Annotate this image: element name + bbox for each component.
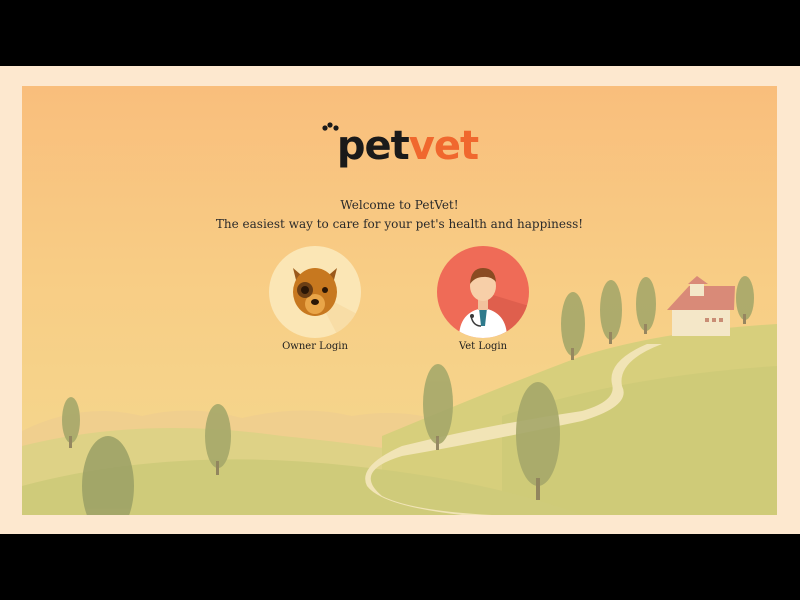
owner-login-circle[interactable] xyxy=(269,246,361,338)
petvet-logo: petvet xyxy=(22,122,777,170)
doctor-icon xyxy=(459,268,529,338)
vet-login-circle[interactable] xyxy=(437,246,529,338)
welcome-tagline: The easiest way to care for your pet's h… xyxy=(215,217,584,231)
welcome-message: Welcome to PetVet! The easiest way to ca… xyxy=(22,196,777,234)
owner-login-button[interactable]: Owner Login xyxy=(255,246,375,352)
landing-scene: petvet Welcome to PetVet! The easiest wa… xyxy=(22,86,777,515)
farmhouse xyxy=(667,276,735,336)
dog-icon xyxy=(293,268,361,338)
logo-vet-text: vet xyxy=(408,123,479,169)
vet-login-label[interactable]: Vet Login xyxy=(423,341,543,352)
welcome-title: Welcome to PetVet! xyxy=(340,198,459,212)
owner-login-label[interactable]: Owner Login xyxy=(255,341,375,352)
vet-login-button[interactable]: Vet Login xyxy=(423,246,543,352)
logo-pet-text: pet xyxy=(336,123,410,169)
